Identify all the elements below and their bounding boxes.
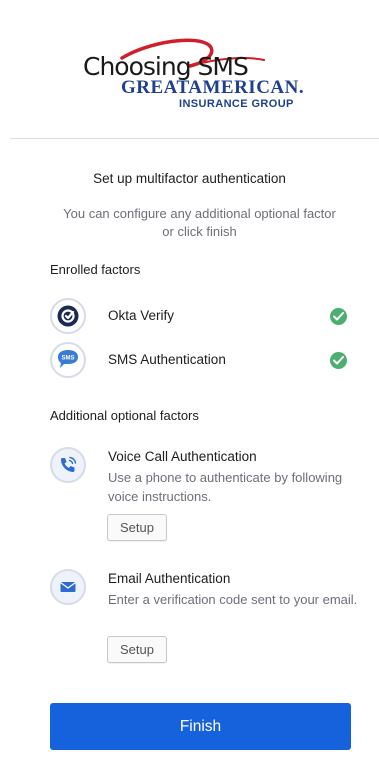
- voice-call-authentication-label: Voice Call Authentication: [108, 449, 257, 464]
- enrolled-check-icon: [330, 352, 347, 369]
- page-subtitle: You can configure any additional optiona…: [63, 206, 336, 239]
- enrolled-check-icon: [330, 308, 347, 325]
- header-divider: [10, 138, 379, 139]
- voice-call-setup-button[interactable]: Setup: [107, 514, 167, 541]
- optional-factors-heading: Additional optional factors: [50, 408, 199, 423]
- okta-verify-label: Okta Verify: [108, 308, 175, 323]
- sms-icon: SMS: [50, 342, 86, 378]
- logo-subtitle: INSURANCE GROUP: [179, 98, 294, 110]
- voice-call-description: Use a phone to authenticate by following…: [108, 470, 343, 504]
- envelope-icon: [50, 569, 86, 605]
- company-logo: Choosing SMS GREATAMERICAN. INSURANCE GR…: [0, 0, 379, 138]
- page-title: Set up multifactor authentication: [93, 171, 286, 186]
- svg-text:SMS: SMS: [61, 356, 74, 362]
- enrolled-factors-heading: Enrolled factors: [50, 262, 141, 277]
- email-authentication-label: Email Authentication: [108, 571, 231, 586]
- sms-authentication-label: SMS Authentication: [108, 352, 226, 367]
- phone-call-icon: [50, 447, 86, 483]
- okta-verify-icon: [50, 298, 86, 334]
- logo-wordmark: GREATAMERICAN.: [121, 77, 305, 98]
- email-description: Enter a verification code sent to your e…: [108, 592, 358, 607]
- finish-button[interactable]: Finish: [50, 703, 351, 750]
- email-setup-button[interactable]: Setup: [107, 636, 167, 663]
